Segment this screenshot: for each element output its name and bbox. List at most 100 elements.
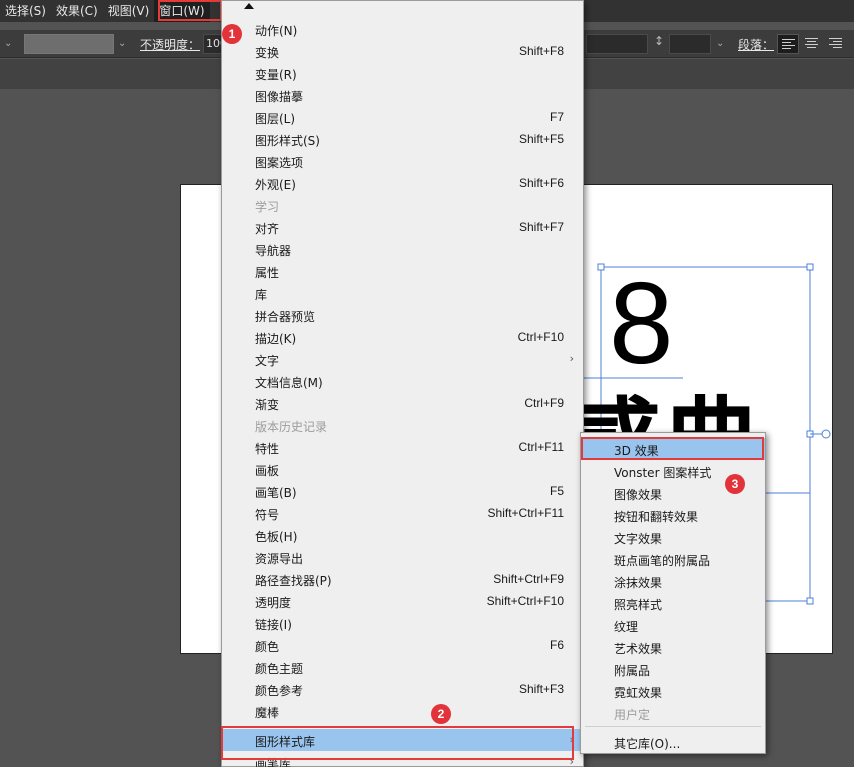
submenu-item[interactable]: 斑点画笔的附属品 [581,548,765,570]
menu-item-shortcut: Shift+F8 [518,44,564,58]
menu-item-shortcut: F6 [549,638,564,652]
submenu-item-label: 照亮样式 [614,598,663,612]
menu-item-label: 颜色 [255,640,280,654]
leading-field[interactable] [669,34,711,54]
menu-item-label: 变换 [255,46,280,60]
menu-view[interactable]: 视图(V) [103,0,155,22]
submenu-item[interactable]: 附属品 [581,658,765,680]
menu-item-label: 渐变 [255,398,280,412]
submenu-item[interactable]: 纹理 [581,614,765,636]
menu-item-label: 文字 [255,354,280,368]
stroke-style-swatch[interactable] [24,34,114,54]
menu-item-label: 库 [255,288,268,302]
callout-badge-3: 3 [725,474,745,494]
window-menu-item[interactable]: 画板 [222,458,583,480]
submenu-item-label: 艺术效果 [614,642,663,656]
menu-item-label: 魔棒 [255,706,280,720]
window-menu-item[interactable]: 库 [222,282,583,304]
submenu-item[interactable]: 照亮样式 [581,592,765,614]
menu-item-label: 颜色主题 [255,662,304,676]
window-menu-item[interactable]: 符号 Shift+Ctrl+F11 [222,502,583,524]
menu-item-shortcut: Shift+F7 [518,220,564,234]
chevron-down-icon[interactable]: ⌄ [118,38,126,49]
window-menu-item[interactable]: 图像描摹 [222,84,583,106]
submenu-item[interactable]: 用户定 [581,702,765,724]
align-left-icon[interactable] [777,34,799,54]
menu-item-label: 色板(H) [255,530,298,544]
menu-item-shortcut: Shift+Ctrl+F11 [487,506,564,520]
window-menu-item[interactable]: 外观(E) Shift+F6 [222,172,583,194]
callout-box-graphic-styles-library [221,726,574,760]
paragraph-label[interactable]: 段落： [738,36,774,53]
menu-item-label: 版本历史记录 [255,420,328,434]
submenu-item-label: 按钮和翻转效果 [614,510,699,524]
submenu-item-label: 文字效果 [614,532,663,546]
stepper-icon[interactable]: ↕ [654,34,664,48]
submenu-item-label: 图像效果 [614,488,663,502]
chevron-down-icon[interactable]: ⌄ [716,38,724,49]
align-right-icon[interactable] [825,34,847,54]
window-menu-item[interactable]: 透明度 Shift+Ctrl+F10 [222,590,583,612]
window-menu-item[interactable]: 颜色参考 Shift+F3 [222,678,583,700]
window-menu: 动作(N) 变换 Shift+F8 变量(R) 图像描摹 图层(L) F7 图形样式(S) Sh… [221,0,584,767]
window-menu-item[interactable]: 特性 Ctrl+F11 [222,436,583,458]
menu-item-label: 外观(E) [255,178,296,192]
window-menu-item[interactable]: 魔棒 [222,700,583,722]
window-menu-item[interactable]: 颜色 F6 [222,634,583,656]
align-center-icon[interactable] [801,34,823,54]
window-menu-item[interactable]: 画笔(B) F5 [222,480,583,502]
window-menu-item[interactable]: 描边(K) Ctrl+F10 [222,326,583,348]
window-menu-item[interactable]: 变换 Shift+F8 [222,40,583,62]
submenu-item-label: Vonster 图案样式 [614,466,712,480]
artboard-text-number: 8 [609,258,674,388]
window-menu-item[interactable]: 文档信息(M) [222,370,583,392]
font-size-field[interactable] [586,34,648,54]
menu-item-label: 路径查找器(P) [255,574,332,588]
menu-item-label: 图案选项 [255,156,304,170]
window-menu-item[interactable]: 图形样式(S) Shift+F5 [222,128,583,150]
window-menu-item[interactable]: 色板(H) [222,524,583,546]
menu-item-shortcut: Ctrl+F9 [524,396,564,410]
window-menu-item[interactable]: 渐变 Ctrl+F9 [222,392,583,414]
menu-item-label: 动作(N) [255,24,298,38]
window-menu-item[interactable]: 学习 [222,194,583,216]
opacity-label[interactable]: 不透明度： [140,36,200,53]
menu-item-shortcut: F5 [549,484,564,498]
submenu-item[interactable]: 按钮和翻转效果 [581,504,765,526]
window-menu-item[interactable]: 动作(N) [222,18,583,40]
callout-badge-1: 1 [222,24,242,44]
window-menu-item[interactable]: 版本历史记录 [222,414,583,436]
window-menu-item[interactable]: 导航器 [222,238,583,260]
window-menu-item[interactable]: 资源导出 [222,546,583,568]
window-menu-item[interactable]: 图层(L) F7 [222,106,583,128]
window-menu-item[interactable]: 路径查找器(P) Shift+Ctrl+F9 [222,568,583,590]
menu-select[interactable]: 选择(S) [0,0,51,22]
window-menu-item[interactable]: 拼合器预览 [222,304,583,326]
menu-effect[interactable]: 效果(C) [51,0,103,22]
menu-item-shortcut: Shift+F3 [518,682,564,696]
window-menu-item[interactable]: 图案选项 [222,150,583,172]
submenu-item[interactable]: 涂抹效果 [581,570,765,592]
submenu-item[interactable]: 霓虹效果 [581,680,765,702]
submenu-item[interactable]: 其它库(O)... [581,731,765,753]
submenu-item-label: 涂抹效果 [614,576,663,590]
menu-item-label: 属性 [255,266,280,280]
submenu-item[interactable]: 文字效果 [581,526,765,548]
window-menu-item[interactable]: 颜色主题 [222,656,583,678]
window-menu-item[interactable]: 文字 › [222,348,583,370]
menu-item-label: 特性 [255,442,280,456]
menu-item-shortcut: Shift+Ctrl+F9 [493,572,564,586]
submenu-item[interactable]: 艺术效果 [581,636,765,658]
menu-item-shortcut: Shift+F5 [518,132,564,146]
window-menu-item[interactable]: 链接(I) [222,612,583,634]
menu-item-label: 画板 [255,464,280,478]
callout-box-3d-effect [581,437,764,460]
opacity-field[interactable]: 100 [203,34,227,54]
menu-item-label: 描边(K) [255,332,297,346]
chevron-down-icon[interactable]: ⌄ [4,38,12,49]
window-menu-item[interactable]: 属性 [222,260,583,282]
window-menu-item[interactable]: 对齐 Shift+F7 [222,216,583,238]
menu-item-shortcut: F7 [549,110,564,124]
scroll-up-arrow-icon[interactable] [244,3,254,9]
window-menu-item[interactable]: 变量(R) [222,62,583,84]
